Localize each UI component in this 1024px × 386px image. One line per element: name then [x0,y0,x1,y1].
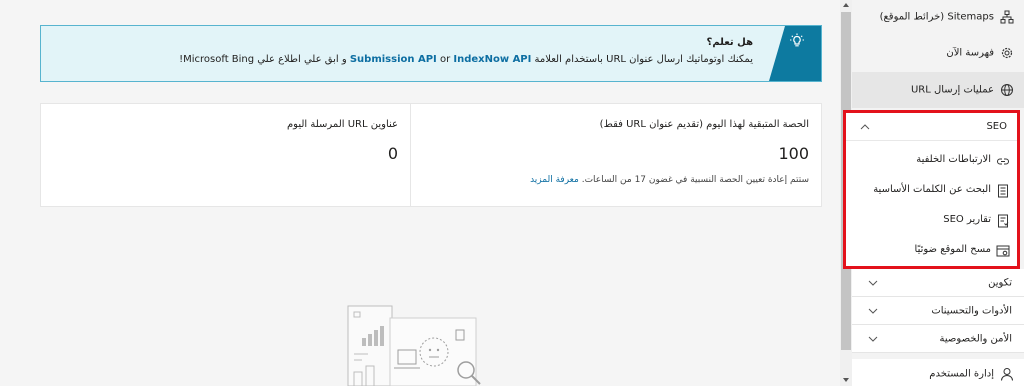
quota-note: ستتم إعادة تعيين الحصة النسبية في غضون 1… [530,175,809,185]
tip-or: or [439,54,451,65]
stats-card: الحصة المتبقية لهذا اليوم (تقديم عنوان U… [40,103,822,207]
sidebar-item-label: البحث عن الكلمات الأساسية [873,184,991,195]
sidebar-item-site-scan[interactable]: مسح الموقع ضوئيًا [846,236,1017,266]
sitemap-icon [1000,10,1014,24]
tip-body-suffix: و ابق علي اطلاع علي Microsoft Bing! [179,54,347,65]
sidebar-item-url-submissions[interactable]: عمليات إرسال URL [852,72,1024,108]
sidebar-section-tools[interactable]: الأدوات والتحسينات [852,297,1024,325]
submitted-panel: عناوين URL المرسلة اليوم 0 [41,104,411,206]
report-icon [998,214,1009,228]
sidebar-item-sitemaps[interactable]: Sitemaps (خرائط الموقع) [852,0,1024,34]
quota-panel: الحصة المتبقية لهذا اليوم (تقديم عنوان U… [410,104,821,206]
scan-icon [996,245,1010,257]
globe-icon [1001,84,1013,96]
empty-state-illustration [347,305,481,386]
tip-body: يمكنك اوتوماتيك ارسال عنوان URL باستخدام… [179,54,753,65]
tip-badge [769,26,821,81]
section-label: الأدوات والتحسينات [931,305,1012,316]
chevron-down-icon [868,280,878,286]
sidebar-item-backlinks[interactable]: الارتباطات الخلفية [846,146,1017,176]
user-icon [1001,368,1013,381]
section-label: الأمن والخصوصية [939,333,1012,344]
scroll-up-arrow[interactable] [843,3,849,7]
tip-body-prefix: يمكنك اوتوماتيك ارسال عنوان URL باستخدام… [534,54,753,65]
sidebar-item-label: مسح الموقع ضوئيًا [914,244,991,255]
learn-more-link[interactable]: معرفة المزيد [530,175,579,185]
seo-section-header[interactable]: SEO [846,113,1017,141]
chevron-down-icon [868,336,878,342]
scroll-down-arrow[interactable] [843,378,849,382]
indexnow-api-link[interactable]: IndexNow API [453,54,531,65]
quota-reset-text: ستتم إعادة تعيين الحصة النسبية في غضون 1… [581,175,809,185]
sidebar-item-label: تقارير SEO [943,214,991,225]
section-label: تكوين [988,277,1012,288]
gear-icon [1001,47,1013,59]
submitted-label: عناوين URL المرسلة اليوم [286,119,398,130]
section-label: إدارة المستخدم [929,368,994,380]
document-icon [998,184,1008,198]
sidebar-item-label: الارتباطات الخلفية [916,154,991,165]
chevron-down-icon [868,308,878,314]
seo-section: SEO الارتباطات الخلفية البحث عن الكلمات … [843,110,1020,269]
sidebar-item-seo-reports[interactable]: تقارير SEO [846,206,1017,236]
seo-section-label: SEO [986,121,1007,132]
sidebar-section-configuration[interactable]: تكوين [852,269,1024,297]
main-content: هل تعلم؟ يمكنك اوتوماتيك ارسال عنوان URL… [0,0,840,386]
quota-label: الحصة المتبقية لهذا اليوم (تقديم عنوان U… [599,119,809,130]
sidebar-section-security[interactable]: الأمن والخصوصية [852,325,1024,353]
submitted-value: 0 [387,144,398,163]
chevron-up-icon [860,124,870,130]
sidebar-item-label: فهرسة الآن [946,47,994,59]
quota-value: 100 [778,144,809,163]
sidebar-item-label: عمليات إرسال URL [910,84,994,96]
did-you-know-banner: هل تعلم؟ يمكنك اوتوماتيك ارسال عنوان URL… [40,25,822,82]
sidebar-item-label: Sitemaps (خرائط الموقع) [879,11,994,23]
lightbulb-icon [790,33,804,47]
submission-api-link[interactable]: Submission API [350,54,437,65]
sidebar-section-user-management[interactable]: إدارة المستخدم [852,359,1024,386]
link-icon [997,158,1009,165]
sidebar-item-keyword-research[interactable]: البحث عن الكلمات الأساسية [846,176,1017,206]
tip-title: هل تعلم؟ [706,37,753,48]
sidebar-item-index-now[interactable]: فهرسة الآن [852,34,1024,72]
